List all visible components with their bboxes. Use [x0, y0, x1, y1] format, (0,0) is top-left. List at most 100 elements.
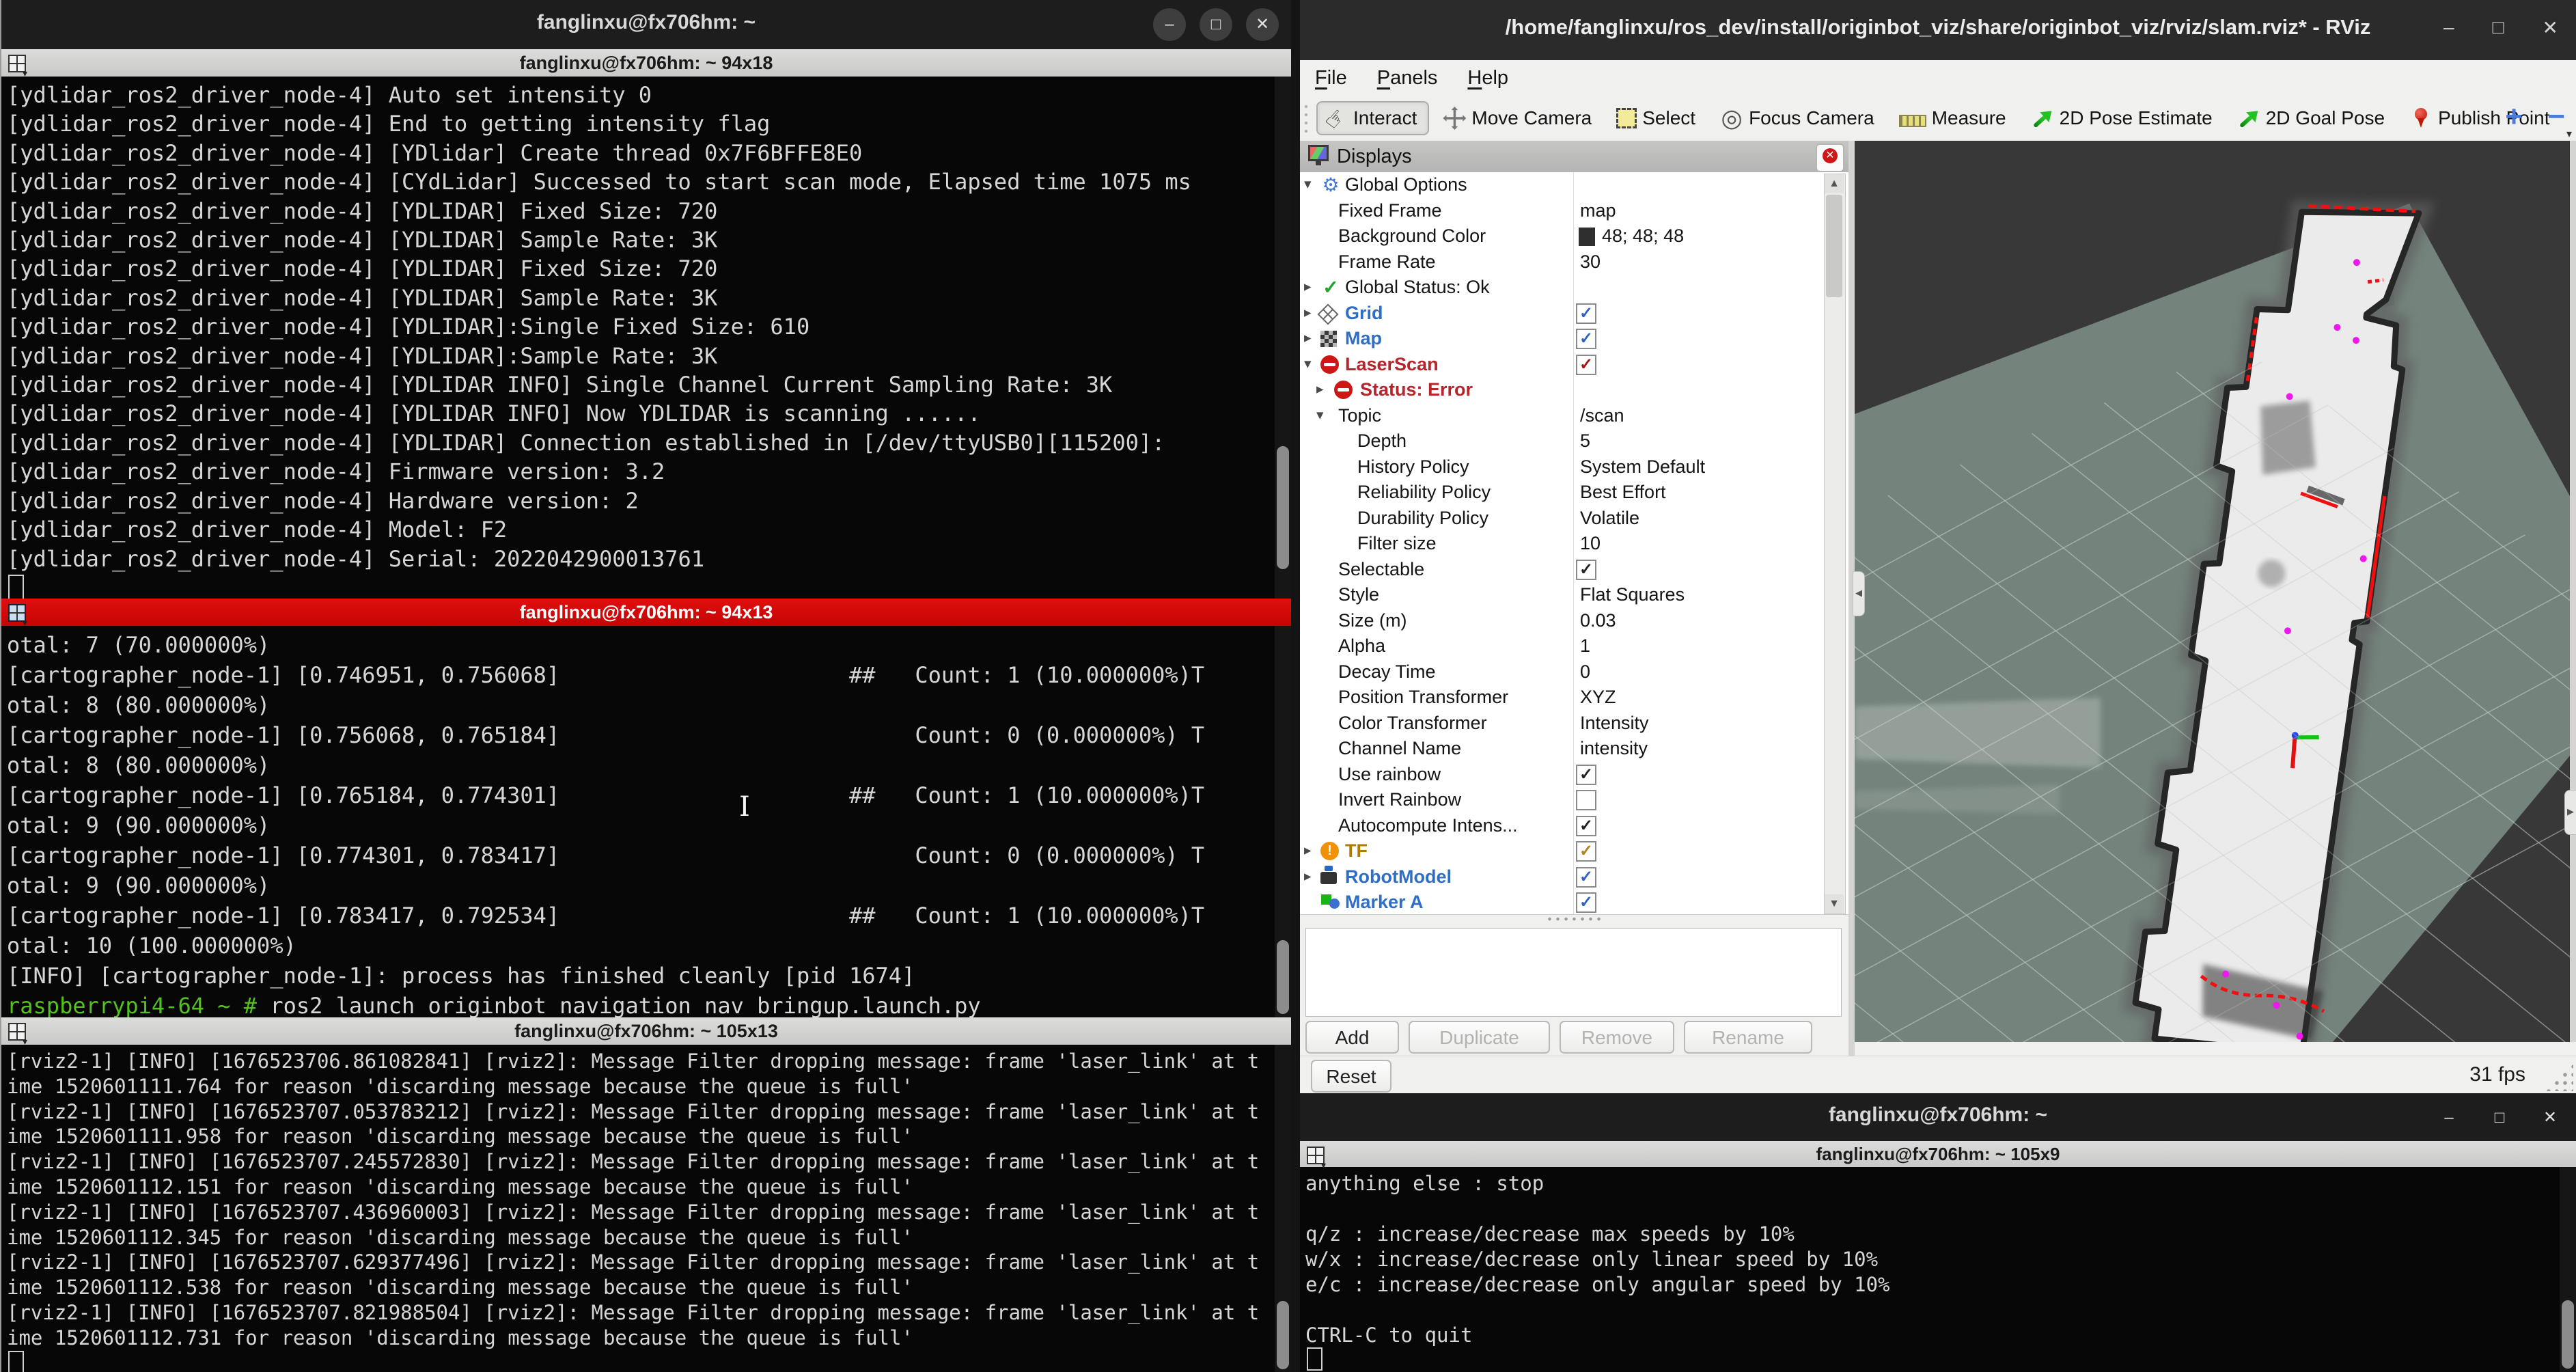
display-row-tf[interactable]: ▸!TF✓: [1300, 838, 1848, 864]
scroll-up-icon[interactable]: ▲: [1825, 174, 1844, 193]
row-value[interactable]: Best Effort: [1580, 482, 1666, 503]
checkbox[interactable]: ✓: [1576, 765, 1596, 785]
expander-icon[interactable]: ▸: [1304, 304, 1312, 321]
maximize-icon[interactable]: □: [2486, 1106, 2513, 1138]
display-row-size-m[interactable]: Size (m)0.03: [1300, 608, 1848, 634]
display-row-map[interactable]: ▸Map✓: [1300, 326, 1848, 352]
minimize-icon[interactable]: –: [1153, 8, 1186, 41]
pane1-scrollbar[interactable]: [1275, 77, 1291, 599]
display-row-filter-size[interactable]: Filter size10: [1300, 531, 1848, 557]
collapse-left-panel-icon[interactable]: ◀: [1853, 571, 1865, 616]
close-icon[interactable]: ✕: [1246, 8, 1279, 41]
teleop-terminal[interactable]: anything else : stop q/z : increase/decr…: [1300, 1167, 2558, 1372]
checkbox[interactable]: ✓: [1576, 303, 1596, 324]
add-tool-button[interactable]: +: [2505, 100, 2523, 134]
displays-scrollbar[interactable]: ▲ ▼: [1824, 174, 1846, 914]
expander-icon[interactable]: ▾: [1304, 176, 1312, 193]
right-panel-strip[interactable]: ▶: [2570, 141, 2576, 1042]
row-value[interactable]: 0: [1580, 661, 1590, 683]
duplicate-button[interactable]: Duplicate: [1409, 1021, 1550, 1054]
checkbox[interactable]: ✓: [1576, 867, 1596, 888]
minimize-icon[interactable]: –: [2435, 1106, 2463, 1138]
display-row-decay-time[interactable]: Decay Time0: [1300, 659, 1848, 685]
checkbox[interactable]: ✓: [1576, 329, 1596, 349]
row-value[interactable]: 1: [1580, 635, 1590, 657]
expander-icon[interactable]: ▸: [1304, 329, 1312, 346]
pane1-terminal[interactable]: [ydlidar_ros2_driver_node-4] Auto set in…: [1, 77, 1273, 599]
add-button[interactable]: Add: [1305, 1021, 1399, 1054]
display-row-frame-rate[interactable]: Frame Rate30: [1300, 249, 1848, 275]
color-swatch[interactable]: [1579, 228, 1595, 246]
checkbox[interactable]: ✓: [1576, 841, 1596, 862]
expander-icon[interactable]: ▸: [1304, 278, 1312, 295]
display-row-topic[interactable]: ▾Topic/scan: [1300, 403, 1848, 429]
display-row-use-rainbow[interactable]: Use rainbow✓: [1300, 762, 1848, 788]
tool-2d-pose-estimate[interactable]: 2D Pose Estimate: [2024, 102, 2224, 134]
row-value[interactable]: XYZ: [1580, 687, 1616, 708]
row-value[interactable]: System Default: [1580, 456, 1705, 478]
display-row-position-transformer[interactable]: Position TransformerXYZ: [1300, 685, 1848, 711]
scroll-down-icon[interactable]: ▼: [1825, 894, 1844, 914]
display-row-robotmodel[interactable]: ▸RobotModel✓: [1300, 864, 1848, 890]
pane2-terminal[interactable]: otal: 7 (70.000000%)[cartographer_node-1…: [1, 626, 1273, 1017]
checkbox[interactable]: ✓: [1576, 355, 1596, 375]
scroll-handle[interactable]: [1826, 195, 1842, 297]
row-value[interactable]: intensity: [1580, 738, 1648, 759]
pane1-titlebar[interactable]: fanglinxu@fx706hm: ~ 94x18: [1, 49, 1291, 77]
display-row-marker-a[interactable]: Marker A✓: [1300, 890, 1848, 915]
display-row-global-status-ok[interactable]: ▸✓Global Status: Ok: [1300, 275, 1848, 301]
tool-publish-point[interactable]: Publish Point: [2402, 102, 2560, 134]
row-value[interactable]: 10: [1580, 533, 1601, 554]
teleop-window-titlebar[interactable]: fanglinxu@fx706hm: ~ – □ ✕: [1300, 1093, 2576, 1141]
maximize-icon[interactable]: □: [2493, 16, 2504, 39]
display-row-selectable[interactable]: Selectable✓: [1300, 557, 1848, 583]
menu-help[interactable]: Help: [1467, 67, 1508, 90]
checkbox[interactable]: ✓: [1576, 816, 1596, 836]
display-row-background-color[interactable]: Background Color48; 48; 48: [1300, 223, 1848, 249]
row-value[interactable]: Intensity: [1580, 713, 1649, 734]
display-row-channel-name[interactable]: Channel Nameintensity: [1300, 736, 1848, 762]
pane2-titlebar[interactable]: fanglinxu@fx706hm: ~ 94x13: [1, 599, 1291, 626]
display-row-laserscan[interactable]: ▾LaserScan✓: [1300, 352, 1848, 378]
close-icon[interactable]: ✕: [2543, 16, 2558, 39]
tool-move-camera[interactable]: Move Camera: [1436, 102, 1603, 134]
left-window-titlebar[interactable]: fanglinxu@fx706hm: ~ – □ ✕: [1, 0, 1291, 49]
row-value[interactable]: 30: [1580, 251, 1601, 273]
display-row-style[interactable]: StyleFlat Squares: [1300, 582, 1848, 608]
display-row-status-error[interactable]: ▸Status: Error: [1300, 377, 1848, 403]
panel-splitter[interactable]: [1300, 914, 1848, 924]
row-value[interactable]: /scan: [1580, 405, 1624, 426]
resize-grip-icon[interactable]: [2545, 1062, 2573, 1091]
display-row-durability-policy[interactable]: Durability PolicyVolatile: [1300, 506, 1848, 532]
tool-measure[interactable]: Measure: [1892, 103, 2017, 133]
panel-close-icon[interactable]: [1816, 143, 1844, 172]
row-value[interactable]: 0.03: [1580, 610, 1616, 631]
rename-button[interactable]: Rename: [1684, 1021, 1812, 1054]
expander-icon[interactable]: ▸: [1304, 842, 1312, 859]
tool-select[interactable]: Select: [1609, 103, 1706, 133]
menu-file[interactable]: File: [1315, 67, 1347, 90]
expander-icon[interactable]: ▸: [1316, 381, 1324, 398]
maximize-icon[interactable]: □: [1200, 8, 1232, 41]
pane3-titlebar[interactable]: fanglinxu@fx706hm: ~ 105x13: [1, 1017, 1291, 1045]
display-row-depth[interactable]: Depth5: [1300, 428, 1848, 454]
pane2-scrollbar[interactable]: [1275, 626, 1291, 1017]
row-value[interactable]: Volatile: [1580, 508, 1639, 529]
row-value[interactable]: map: [1580, 200, 1616, 221]
3d-viewport[interactable]: ◀: [1855, 141, 2570, 1042]
minimize-icon[interactable]: –: [2443, 16, 2454, 39]
expander-icon[interactable]: ▾: [1304, 355, 1312, 372]
display-row-fixed-frame[interactable]: Fixed Framemap: [1300, 198, 1848, 224]
row-value[interactable]: Flat Squares: [1580, 584, 1685, 605]
tool-focus-camera[interactable]: ◎Focus Camera: [1713, 102, 1885, 134]
row-value[interactable]: 5: [1580, 430, 1590, 452]
display-row-autocompute-intens[interactable]: Autocompute Intens...✓: [1300, 813, 1848, 839]
teleop-pane-titlebar[interactable]: fanglinxu@fx706hm: ~ 105x9: [1300, 1141, 2576, 1167]
rviz-titlebar[interactable]: /home/fanglinxu/ros_dev/install/originbo…: [1300, 0, 2576, 60]
display-row-color-transformer[interactable]: Color TransformerIntensity: [1300, 711, 1848, 737]
remove-button[interactable]: Remove: [1560, 1021, 1674, 1054]
checkbox[interactable]: ✓: [1576, 892, 1596, 913]
display-row-alpha[interactable]: Alpha1: [1300, 633, 1848, 659]
display-row-grid[interactable]: ▸Grid✓: [1300, 301, 1848, 327]
display-row-reliability-policy[interactable]: Reliability PolicyBest Effort: [1300, 480, 1848, 506]
